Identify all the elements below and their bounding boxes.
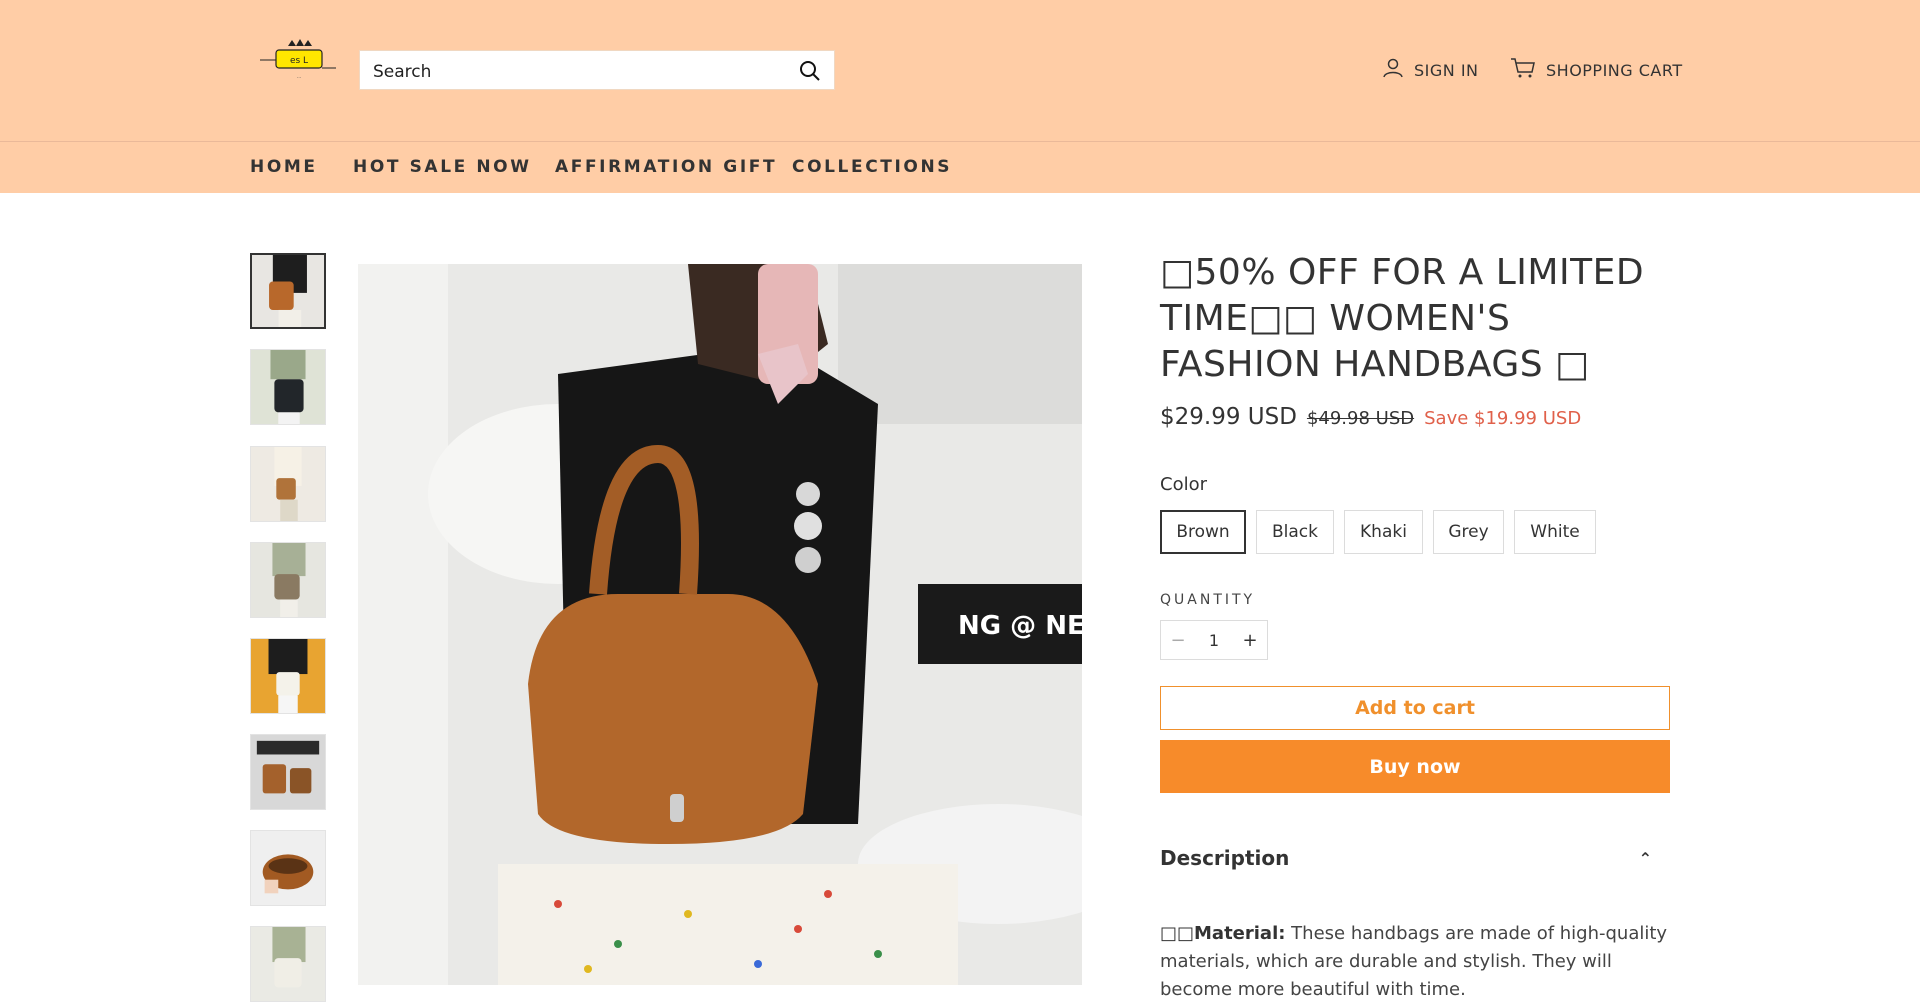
svg-text:NG @ NEW": NG @ NEW" [958, 611, 1082, 641]
site-header: es L ... Search SIGN IN SHOPPING CART [0, 0, 1920, 141]
user-icon [1382, 57, 1404, 83]
product-thumbnail[interactable] [250, 446, 326, 522]
nav-item-hot-sale-now[interactable]: HOT SALE NOW [353, 157, 532, 177]
color-option-khaki[interactable]: Khaki [1344, 510, 1423, 554]
svg-text:es L: es L [290, 56, 308, 66]
price-block: $29.99 USD $49.98 USD Save $19.99 USD [1160, 404, 1581, 430]
nav-item-collections[interactable]: COLLECTIONS [792, 157, 952, 177]
color-option-black[interactable]: Black [1256, 510, 1334, 554]
description-label: Description [1160, 846, 1290, 870]
buy-now-button[interactable]: Buy now [1160, 740, 1670, 793]
quantity-input[interactable]: 1 [1195, 631, 1233, 650]
product-title: □50% OFF FOR A LIMITED TIME□□ WOMEN'S FA… [1160, 252, 1645, 385]
quantity-stepper: − 1 + [1160, 620, 1268, 660]
color-option-white[interactable]: White [1514, 510, 1596, 554]
compare-price: $49.98 USD [1306, 408, 1415, 429]
search-icon[interactable] [798, 59, 822, 83]
nav-item-affirmation-gift[interactable]: AFFIRMATION GIFT [555, 157, 777, 177]
product-thumbnail[interactable] [250, 830, 326, 906]
color-label: Color [1160, 474, 1207, 495]
svg-text:...: ... [297, 74, 302, 80]
desc-prefix: □□ [1160, 923, 1195, 944]
product-thumbnail[interactable] [250, 349, 326, 425]
product-thumbnail[interactable] [250, 638, 326, 714]
product-thumbnail[interactable] [250, 734, 326, 810]
color-option-grey[interactable]: Grey [1433, 510, 1504, 554]
search-bar[interactable]: Search [359, 50, 835, 90]
product-thumbnail[interactable] [250, 926, 326, 1002]
description-toggle[interactable]: Description ⌃ [1160, 846, 1670, 870]
sign-in-label: SIGN IN [1414, 60, 1479, 80]
quantity-label: QUANTITY [1160, 592, 1256, 608]
savings-label: Save $19.99 USD [1424, 408, 1582, 429]
product-thumbnail[interactable] [250, 542, 326, 618]
desc-bold: Material: [1194, 923, 1286, 944]
product-thumbnail[interactable] [250, 253, 326, 329]
logo[interactable]: es L ... [258, 38, 338, 84]
quantity-increase-button[interactable]: + [1233, 630, 1267, 651]
description-text: □□Material: These handbags are made of h… [1160, 920, 1680, 1004]
main-nav: HOME HOT SALE NOW AFFIRMATION GIFT COLLE… [0, 141, 1920, 193]
cart-label: SHOPPING CART [1546, 60, 1683, 80]
sale-price: $29.99 USD [1160, 404, 1297, 430]
chevron-up-icon: ⌃ [1638, 848, 1652, 868]
search-input[interactable]: Search [373, 62, 431, 82]
shopping-cart-link[interactable]: SHOPPING CART [1510, 57, 1683, 83]
quantity-decrease-button[interactable]: − [1161, 630, 1195, 651]
nav-item-home[interactable]: HOME [250, 157, 318, 177]
product-main-image[interactable]: NG @ NEW" [358, 264, 1082, 985]
sign-in-link[interactable]: SIGN IN [1382, 57, 1479, 83]
add-to-cart-button[interactable]: Add to cart [1160, 686, 1670, 730]
cart-icon [1510, 57, 1536, 83]
color-option-brown[interactable]: Brown [1160, 510, 1246, 554]
